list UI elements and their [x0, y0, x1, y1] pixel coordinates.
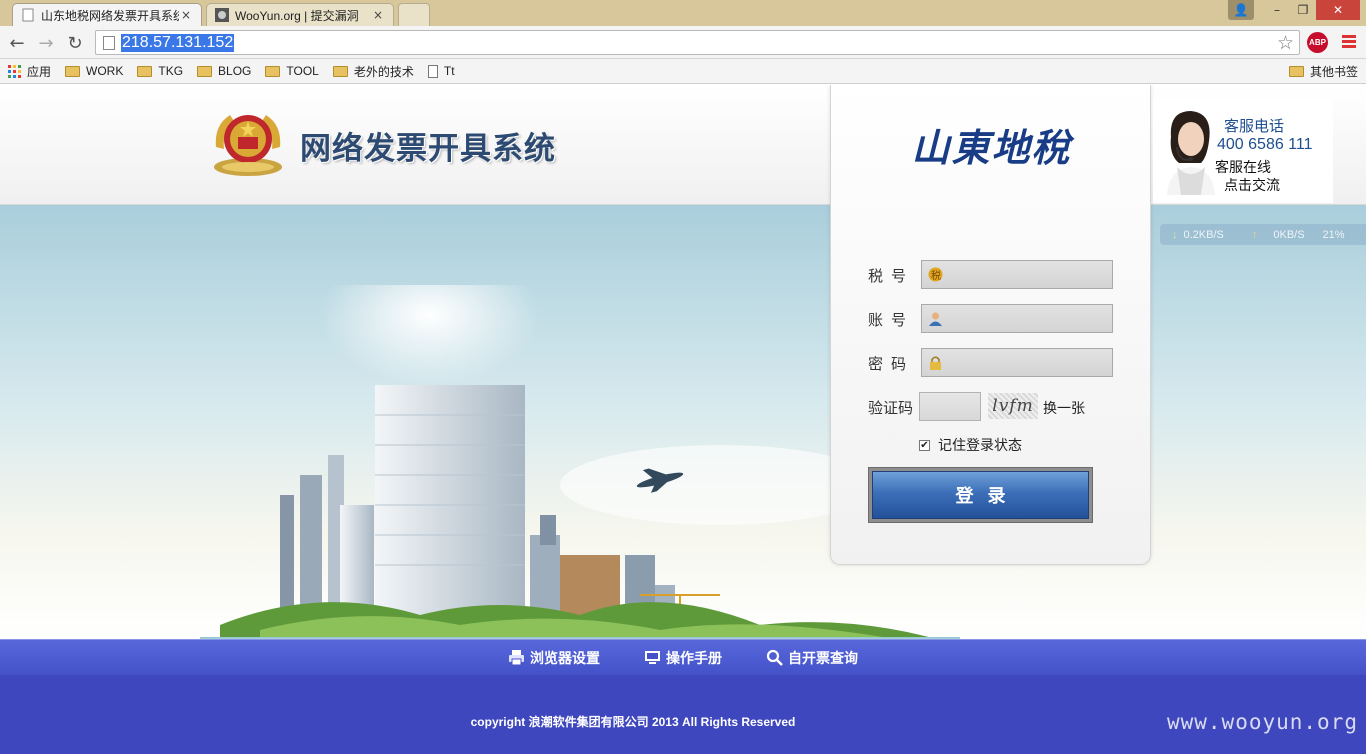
bookmark-label: WORK	[86, 64, 124, 78]
password-input[interactable]	[921, 348, 1113, 377]
account-label: 账号	[868, 311, 915, 329]
tab-title: WooYun.org | 提交漏洞	[235, 8, 359, 23]
tab-close-icon[interactable]: ×	[179, 8, 193, 22]
monitor-icon	[644, 649, 661, 666]
login-button-frame: 登录	[868, 467, 1093, 523]
forward-icon[interactable]: →	[35, 32, 57, 54]
bookmark-other[interactable]: 其他书签	[1288, 63, 1358, 80]
folder-icon	[265, 65, 281, 77]
service-phone-title: 客服电话	[1224, 117, 1285, 135]
captcha-image[interactable]: lvfm	[988, 393, 1038, 419]
network-speed-widget: ↓ 0.2KB/S ↑ 0KB/S 21%	[1160, 224, 1366, 245]
password-label: 密码	[868, 355, 915, 373]
remember-login[interactable]: ✔ 记住登录状态	[919, 435, 1022, 455]
svg-text:税: 税	[931, 269, 941, 282]
upload-speed: 0KB/S	[1273, 228, 1305, 241]
remember-checkbox[interactable]: ✔	[919, 439, 930, 451]
service-phone-number: 400 6586 111	[1217, 136, 1313, 153]
page-icon	[427, 64, 438, 78]
apps-icon	[8, 64, 21, 78]
footer: copyright 浪潮软件集团有限公司 2013 All Rights Res…	[0, 675, 1366, 754]
tab-close-icon[interactable]: ×	[371, 8, 385, 22]
copyright-text: copyright 浪潮软件集团有限公司 2013 All Rights Res…	[470, 715, 796, 729]
reload-icon[interactable]: ↻	[64, 32, 86, 54]
shandong-tax-logo: 山東地稅	[911, 125, 1072, 170]
folder-icon	[332, 65, 348, 77]
bookmark-label: 应用	[27, 64, 52, 79]
browser-menu-icon[interactable]	[1342, 35, 1356, 50]
service-chat-link[interactable]: 点击交流	[1224, 175, 1280, 195]
page-icon	[103, 36, 115, 50]
window-controls: 👤 – ❐ ✕	[1228, 0, 1360, 20]
upload-arrow-icon: ↑	[1251, 228, 1258, 241]
bookmark-label: TOOL	[286, 64, 319, 78]
window-close-icon[interactable]: ✕	[1316, 0, 1360, 20]
bookmark-tkg[interactable]: TKG	[137, 64, 183, 78]
nav-label: 自开票查询	[788, 650, 858, 667]
footer-nav: 浏览器设置 操作手册 自开票查询	[0, 639, 1366, 675]
bookmark-label: 老外的技术	[353, 64, 414, 79]
browser-settings-link[interactable]: 浏览器设置	[508, 648, 600, 668]
bookmark-tt[interactable]: Tt	[427, 64, 455, 78]
page-content: 网络发票开具系统 山東地稅 税号 税 账号 密码 验证码 lvfm 换一张 ✔ …	[0, 85, 1366, 754]
system-title: 网络发票开具系统	[300, 131, 556, 167]
folder-icon	[65, 65, 81, 77]
bookmark-tool[interactable]: TOOL	[265, 64, 319, 78]
bookmark-label: Tt	[443, 64, 455, 78]
service-agent-avatar	[1161, 107, 1217, 195]
minimize-icon[interactable]: –	[1264, 0, 1290, 20]
invoice-query-link[interactable]: 自开票查询	[766, 648, 858, 668]
download-speed: 0.2KB/S	[1183, 228, 1224, 241]
bookmark-star-icon[interactable]: ☆	[1277, 32, 1294, 54]
captcha-input[interactable]	[919, 392, 981, 421]
tab-strip: 山东地税网络发票开具系统 × WooYun.org | 提交漏洞 × 👤 – ❐…	[0, 0, 1366, 26]
download-arrow-icon: ↓	[1172, 228, 1178, 241]
tab-wooyun[interactable]: WooYun.org | 提交漏洞 ×	[206, 3, 394, 26]
wooyun-favicon-icon	[215, 8, 229, 22]
captcha-label: 验证码	[868, 399, 914, 417]
tax-id-label: 税号	[868, 267, 915, 285]
back-icon[interactable]: ←	[6, 32, 28, 54]
nav-label: 操作手册	[666, 650, 722, 667]
nav-label: 浏览器设置	[530, 650, 600, 667]
tax-icon: 税	[928, 267, 943, 282]
printer-icon	[508, 649, 525, 666]
bookmark-label: TKG	[158, 64, 184, 78]
speed-percent: 21%	[1322, 228, 1345, 241]
search-icon	[766, 649, 783, 666]
bookmark-label: BLOG	[218, 64, 252, 78]
adblock-plus-icon[interactable]: ABP	[1307, 32, 1328, 53]
service-online-text: 客服在线	[1215, 160, 1271, 176]
restore-icon[interactable]: ❐	[1290, 0, 1316, 20]
tab-shandong-tax[interactable]: 山东地税网络发票开具系统 ×	[12, 3, 202, 26]
folder-icon	[1288, 65, 1304, 77]
folder-icon	[197, 65, 213, 77]
remember-label: 记住登录状态	[938, 438, 1022, 454]
bookmark-work[interactable]: WORK	[65, 64, 123, 78]
bookmark-foreign-tech[interactable]: 老外的技术	[332, 63, 414, 80]
customer-service-box[interactable]: 客服电话 400 6586 111 客服在线 点击交流	[1153, 99, 1333, 203]
login-panel: 山東地稅 税号 税 账号 密码 验证码 lvfm 换一张 ✔ 记住登录状态 登录	[830, 85, 1151, 565]
lock-icon	[928, 355, 943, 370]
bookmark-apps[interactable]: 应用	[8, 63, 51, 80]
bookmarks-bar: 应用 WORK TKG BLOG TOOL 老外的技术 Tt 其他书签	[0, 59, 1366, 84]
tab-title: 山东地税网络发票开具系统	[41, 8, 179, 23]
account-input[interactable]	[921, 304, 1113, 333]
url-text[interactable]: 218.57.131.152	[121, 34, 235, 52]
national-emblem-icon	[210, 107, 286, 179]
tax-id-input[interactable]: 税	[921, 260, 1113, 289]
folder-icon	[137, 65, 153, 77]
wooyun-watermark: www.wooyun.org	[1166, 710, 1358, 734]
bookmark-blog[interactable]: BLOG	[197, 64, 251, 78]
user-icon[interactable]: 👤	[1228, 0, 1254, 20]
captcha-refresh-link[interactable]: 换一张	[1043, 398, 1085, 418]
user-icon	[928, 311, 943, 326]
login-button[interactable]: 登录	[872, 471, 1089, 519]
bookmark-label: 其他书签	[1309, 64, 1358, 79]
browser-toolbar: ← → ↻ 218.57.131.152 ☆	[0, 26, 1366, 59]
page-favicon-icon	[21, 8, 35, 22]
new-tab-button[interactable]	[398, 3, 430, 26]
address-bar[interactable]: 218.57.131.152 ☆	[95, 30, 1300, 55]
manual-link[interactable]: 操作手册	[644, 648, 722, 668]
